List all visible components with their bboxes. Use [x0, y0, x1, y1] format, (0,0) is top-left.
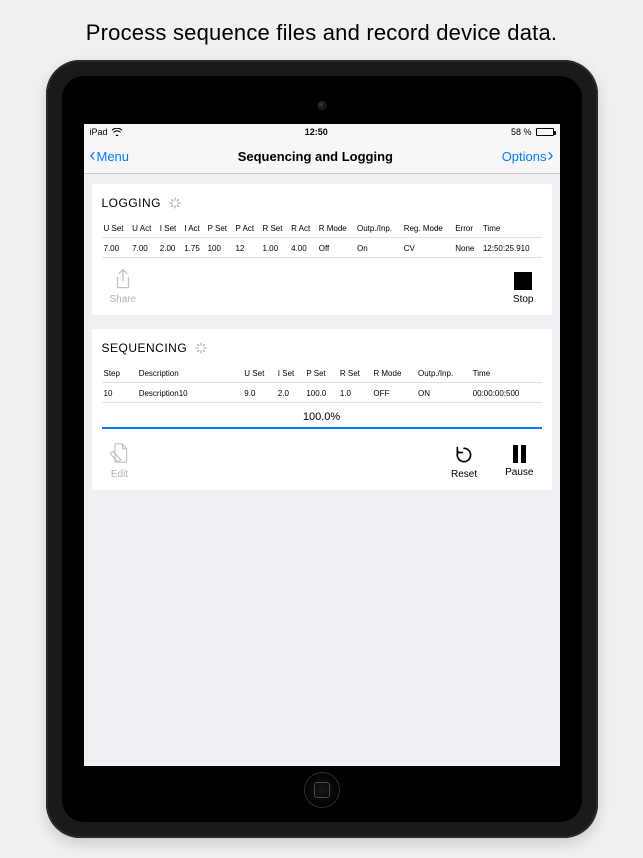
- logging-table: U Set U Act I Set I Act P Set P Act R Se…: [102, 220, 542, 258]
- pause-button[interactable]: Pause: [505, 445, 533, 480]
- options-label: Options: [502, 149, 547, 164]
- status-bar: iPad 12:50 58 %: [84, 124, 560, 140]
- pause-icon: [513, 445, 526, 463]
- share-icon: [113, 268, 133, 290]
- wifi-icon: [112, 128, 122, 136]
- back-button[interactable]: ‹ Menu: [90, 146, 130, 167]
- share-button[interactable]: Share: [110, 268, 137, 305]
- options-button[interactable]: Options ›: [502, 146, 554, 167]
- spinner-icon: [169, 197, 181, 209]
- carrier-label: iPad: [90, 127, 108, 137]
- stop-icon: [514, 272, 532, 290]
- sequencing-data-row: 10 Description10 9.0 2.0 100.0 1.0 OFF O…: [102, 383, 542, 403]
- battery-icon: [536, 128, 554, 136]
- battery-label: 58 %: [511, 127, 532, 137]
- reset-button[interactable]: Reset: [451, 445, 477, 480]
- progress-bar[interactable]: [102, 427, 542, 429]
- nav-bar: ‹ Menu Sequencing and Logging Options ›: [84, 140, 560, 174]
- logging-header-row: U Set U Act I Set I Act P Set P Act R Se…: [102, 220, 542, 238]
- promo-caption: Process sequence files and record device…: [86, 0, 557, 60]
- logging-card: LOGGING U Set U Act I Set I Act P Set P: [92, 184, 552, 315]
- logging-data-row: 7.00 7.00 2.00 1.75 100 12 1.00 4.00 Off…: [102, 238, 542, 258]
- stop-button[interactable]: Stop: [513, 272, 534, 305]
- screen: iPad 12:50 58 % ‹ Menu Sequencing and Lo…: [84, 124, 560, 766]
- pause-label: Pause: [505, 467, 533, 478]
- share-label: Share: [110, 294, 137, 305]
- edit-button[interactable]: Edit: [110, 441, 130, 480]
- page-title: Sequencing and Logging: [238, 149, 393, 164]
- reset-icon: [454, 445, 474, 465]
- reset-label: Reset: [451, 469, 477, 480]
- logging-title: LOGGING: [102, 196, 162, 210]
- back-label: Menu: [97, 149, 130, 164]
- device-home-button: [304, 772, 340, 808]
- device-frame: iPad 12:50 58 % ‹ Menu Sequencing and Lo…: [46, 60, 598, 838]
- edit-icon: [110, 441, 130, 465]
- sequencing-header-row: Step Description U Set I Set P Set R Set…: [102, 365, 542, 383]
- statusbar-time: 12:50: [305, 127, 328, 137]
- chevron-left-icon: ‹: [90, 145, 96, 166]
- progress-text: 100.0%: [303, 411, 340, 423]
- chevron-right-icon: ›: [548, 145, 554, 166]
- edit-label: Edit: [111, 469, 128, 480]
- device-camera: [318, 102, 325, 109]
- spinner-icon: [195, 342, 207, 354]
- sequencing-title: SEQUENCING: [102, 341, 188, 355]
- sequencing-card: SEQUENCING Step Description U Set I Set …: [92, 329, 552, 490]
- sequencing-table: Step Description U Set I Set P Set R Set…: [102, 365, 542, 403]
- stop-label: Stop: [513, 294, 534, 305]
